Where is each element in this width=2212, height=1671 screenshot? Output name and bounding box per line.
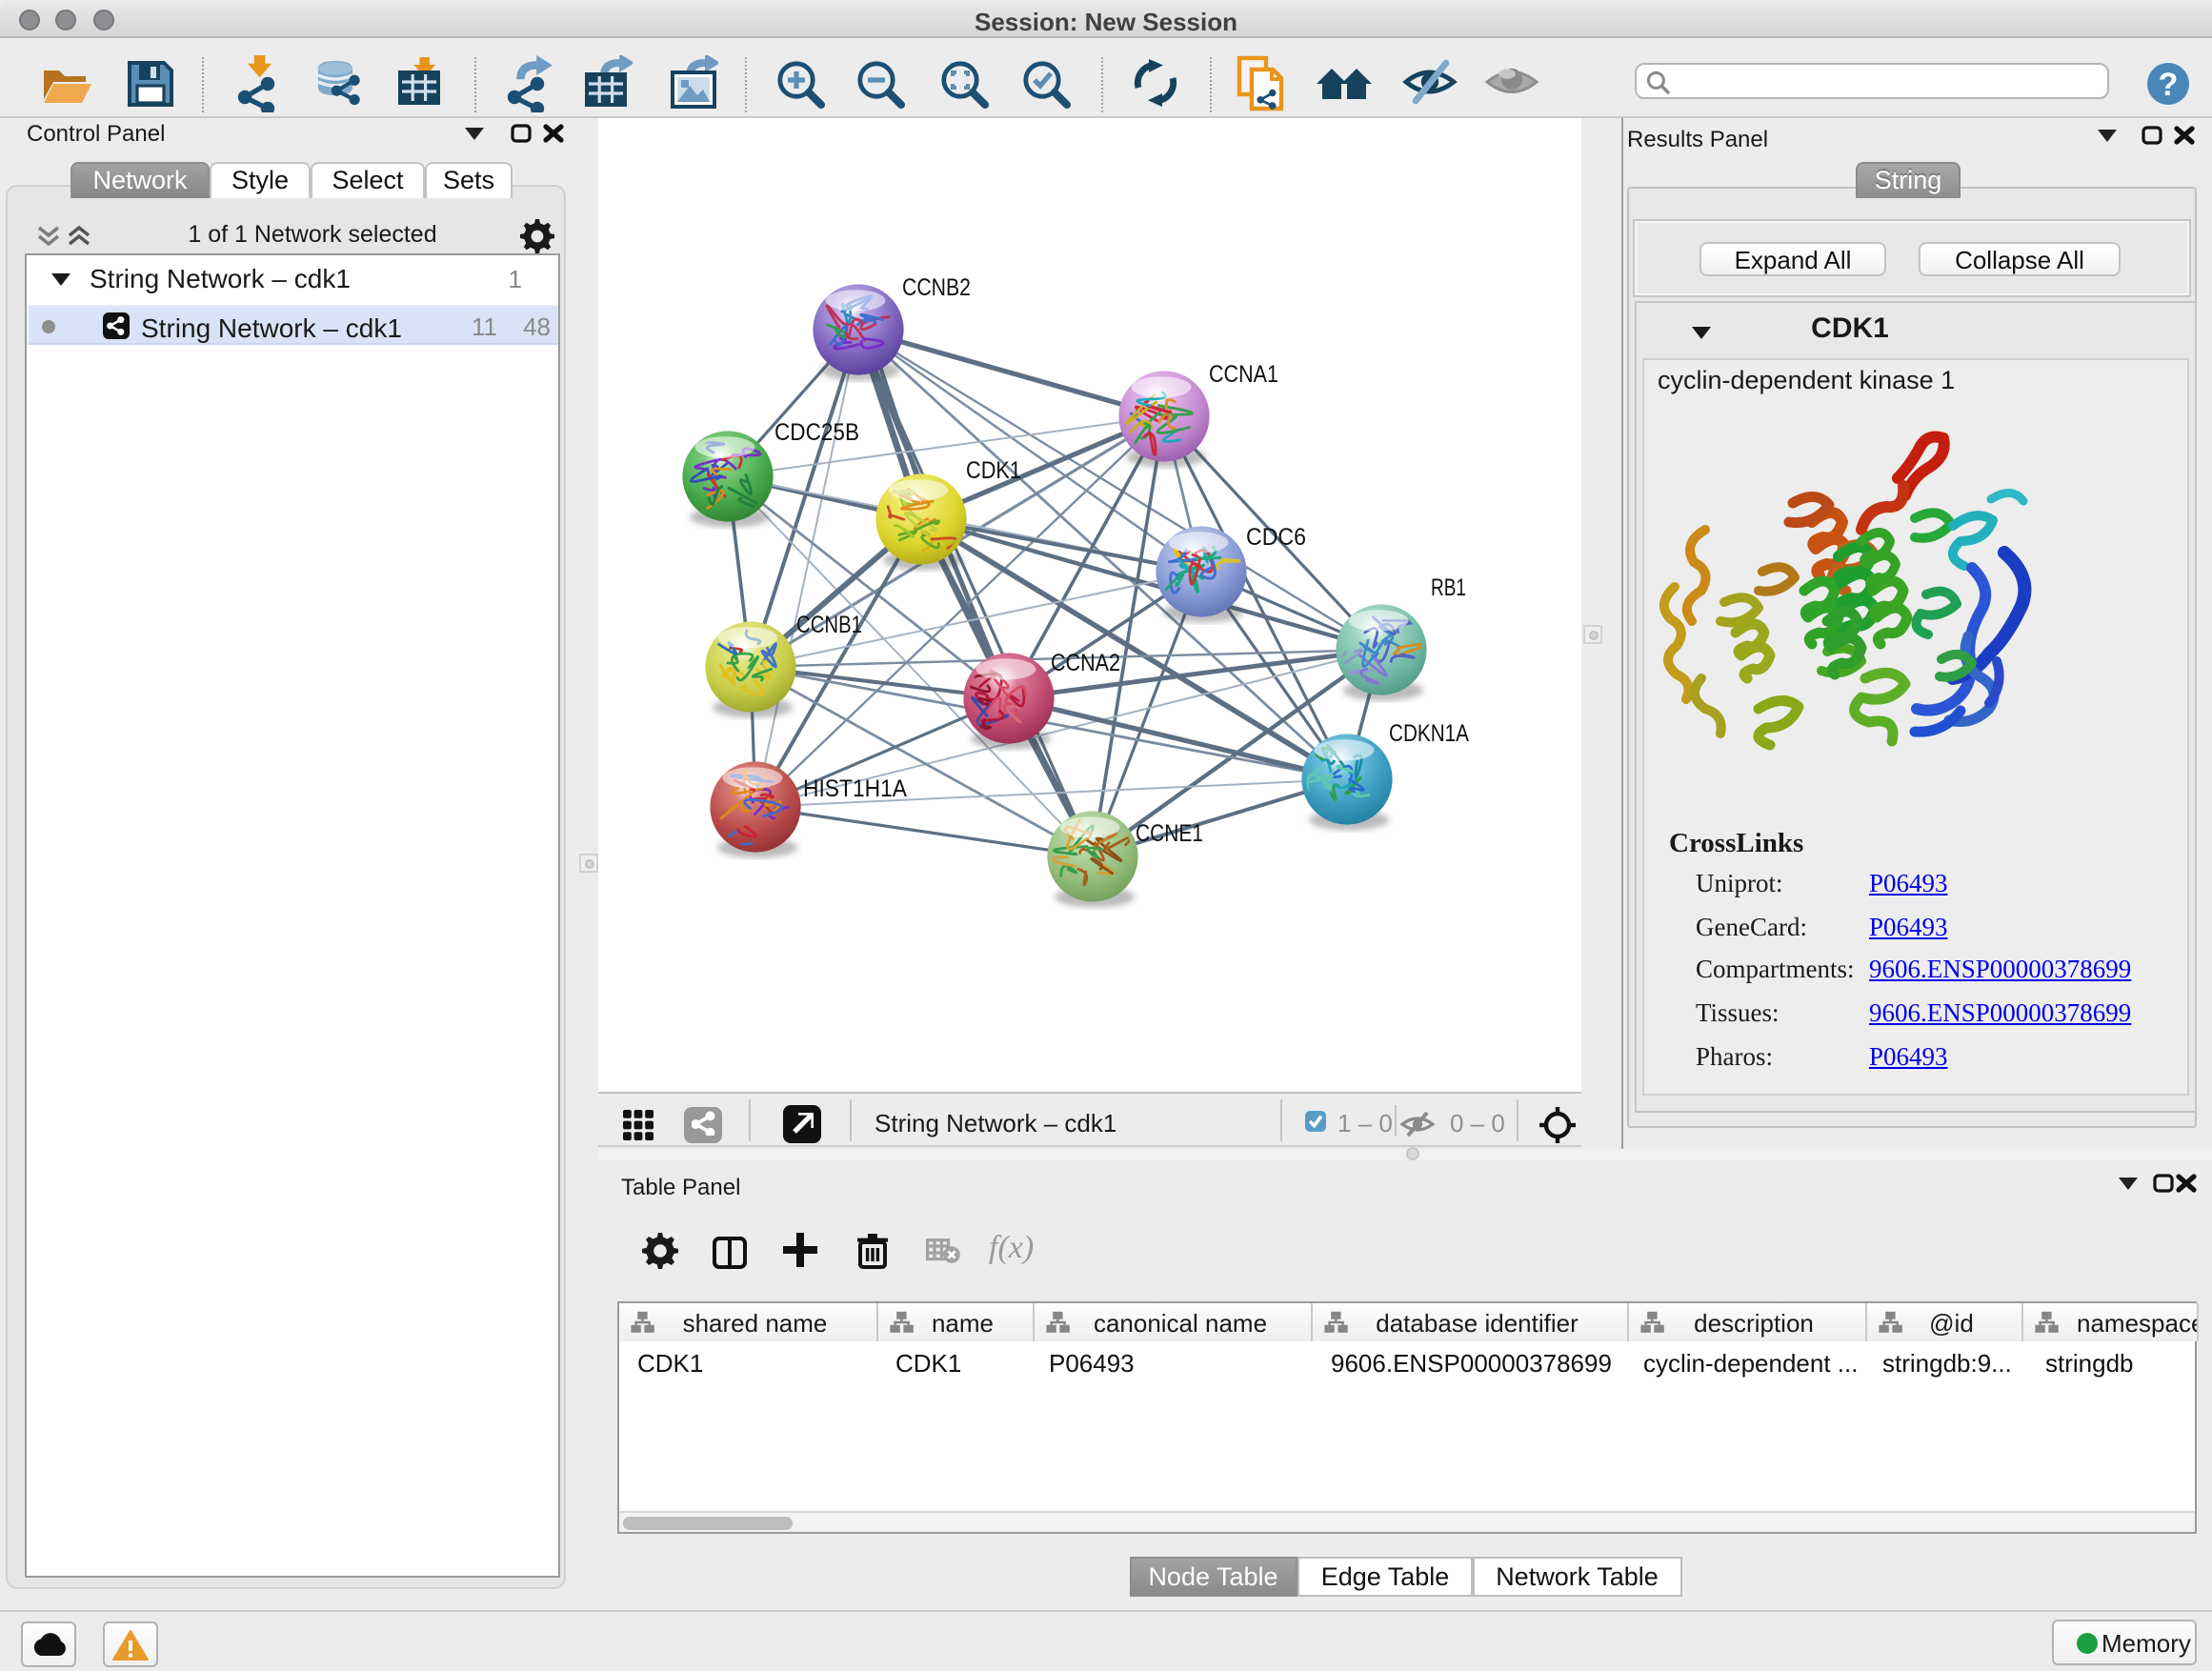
svg-text:CDC25B: CDC25B [774, 419, 859, 446]
svg-text:RB1: RB1 [1431, 574, 1466, 601]
svg-text:?: ? [2159, 67, 2179, 103]
svg-text:CCNB2: CCNB2 [902, 274, 971, 301]
svg-text:CDC6: CDC6 [1246, 524, 1306, 551]
svg-text:CCNE1: CCNE1 [1136, 820, 1203, 847]
svg-text:CCNA1: CCNA1 [1209, 361, 1278, 388]
svg-text:HIST1H1A: HIST1H1A [803, 775, 907, 802]
svg-text:CDK1: CDK1 [966, 457, 1021, 484]
svg-text:CCNB1: CCNB1 [796, 612, 862, 638]
svg-text:CDKN1A: CDKN1A [1389, 720, 1469, 747]
svg-text:CCNA2: CCNA2 [1051, 650, 1120, 676]
